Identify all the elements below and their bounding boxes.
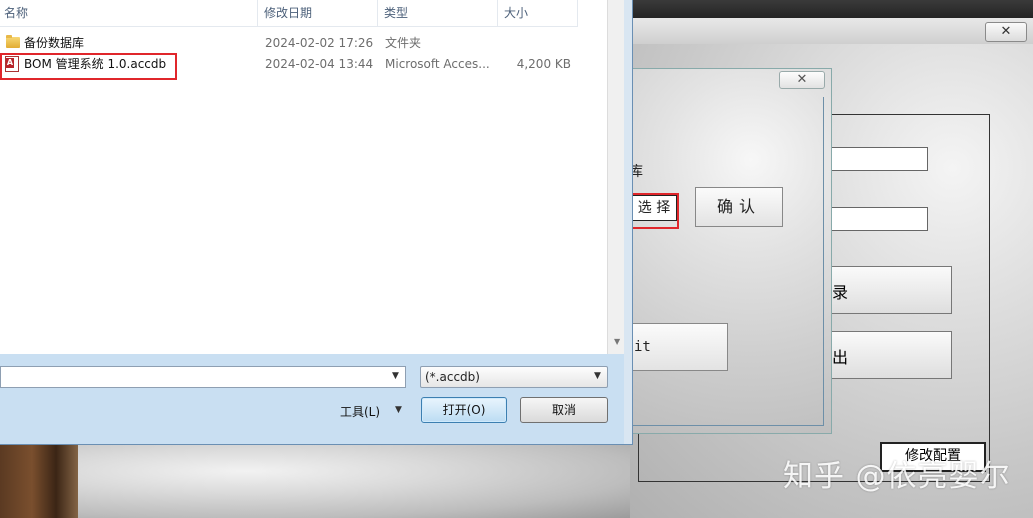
column-header-type[interactable]: 类型	[380, 0, 498, 26]
exit-button[interactable]: 出	[825, 331, 952, 379]
main-titlebar: ✕	[630, 18, 1033, 44]
list-header: 名称 ^ 修改日期 类型 大小	[0, 0, 578, 27]
mid-exit-button[interactable]: it	[631, 323, 728, 371]
open-button[interactable]: 打开(O)	[421, 397, 507, 423]
close-icon: ✕	[796, 72, 808, 87]
confirm-button[interactable]: 确认	[695, 187, 783, 227]
folder-icon	[6, 35, 20, 48]
file-date: 2024-02-02 17:26	[265, 36, 374, 50]
file-type-filter-select[interactable]: (*.accdb)	[420, 366, 608, 388]
file-open-dialog: 名称 ^ 修改日期 类型 大小 备份数据库 2024-02-02 17:26 文…	[0, 0, 633, 445]
background-photo	[0, 440, 80, 518]
dialog-edge	[624, 0, 632, 444]
filename-input[interactable]	[0, 366, 406, 388]
exit-label: 出	[832, 348, 849, 367]
mid-close-button[interactable]: ✕	[779, 71, 825, 89]
main-close-button[interactable]: ✕	[985, 22, 1027, 42]
chevron-down-icon[interactable]: ▼	[392, 371, 399, 381]
login-button[interactable]: 录	[825, 266, 952, 314]
mid-dialog-body	[631, 97, 824, 426]
file-type: Microsoft Acces...	[385, 57, 490, 71]
password-field[interactable]	[826, 207, 928, 231]
login-label: 录	[832, 283, 849, 302]
file-highlight-box	[0, 53, 177, 80]
file-name: 备份数据库	[24, 36, 85, 50]
background-desk	[78, 440, 638, 518]
scroll-down-icon[interactable]: ▼	[614, 337, 620, 346]
mid-exit-label: it	[634, 339, 651, 355]
file-date: 2024-02-04 13:44	[265, 57, 374, 71]
column-header-date[interactable]: 修改日期	[260, 0, 378, 26]
select-highlight-box	[629, 193, 679, 229]
column-header-size[interactable]: 大小	[500, 0, 578, 26]
sort-arrow-icon: ^	[124, 0, 132, 6]
chevron-down-icon[interactable]: ▼	[395, 405, 402, 415]
file-size: 4,200 KB	[516, 57, 571, 71]
chevron-down-icon[interactable]: ▼	[594, 371, 601, 381]
file-row-folder[interactable]: 备份数据库 2024-02-02 17:26 文件夹	[0, 33, 578, 53]
list-scrollbar[interactable]	[607, 0, 625, 354]
database-select-dialog: ✕ 库 选 择 确认 it	[629, 68, 832, 434]
close-icon: ✕	[1000, 24, 1012, 39]
file-list: 名称 ^ 修改日期 类型 大小 备份数据库 2024-02-02 17:26 文…	[0, 0, 625, 354]
watermark: 知乎 @依亮婴尔	[783, 459, 1011, 494]
tools-menu[interactable]: 工具(L)	[340, 403, 380, 420]
username-field[interactable]	[826, 147, 928, 171]
file-type: 文件夹	[385, 36, 422, 50]
cancel-button[interactable]: 取消	[520, 397, 608, 423]
